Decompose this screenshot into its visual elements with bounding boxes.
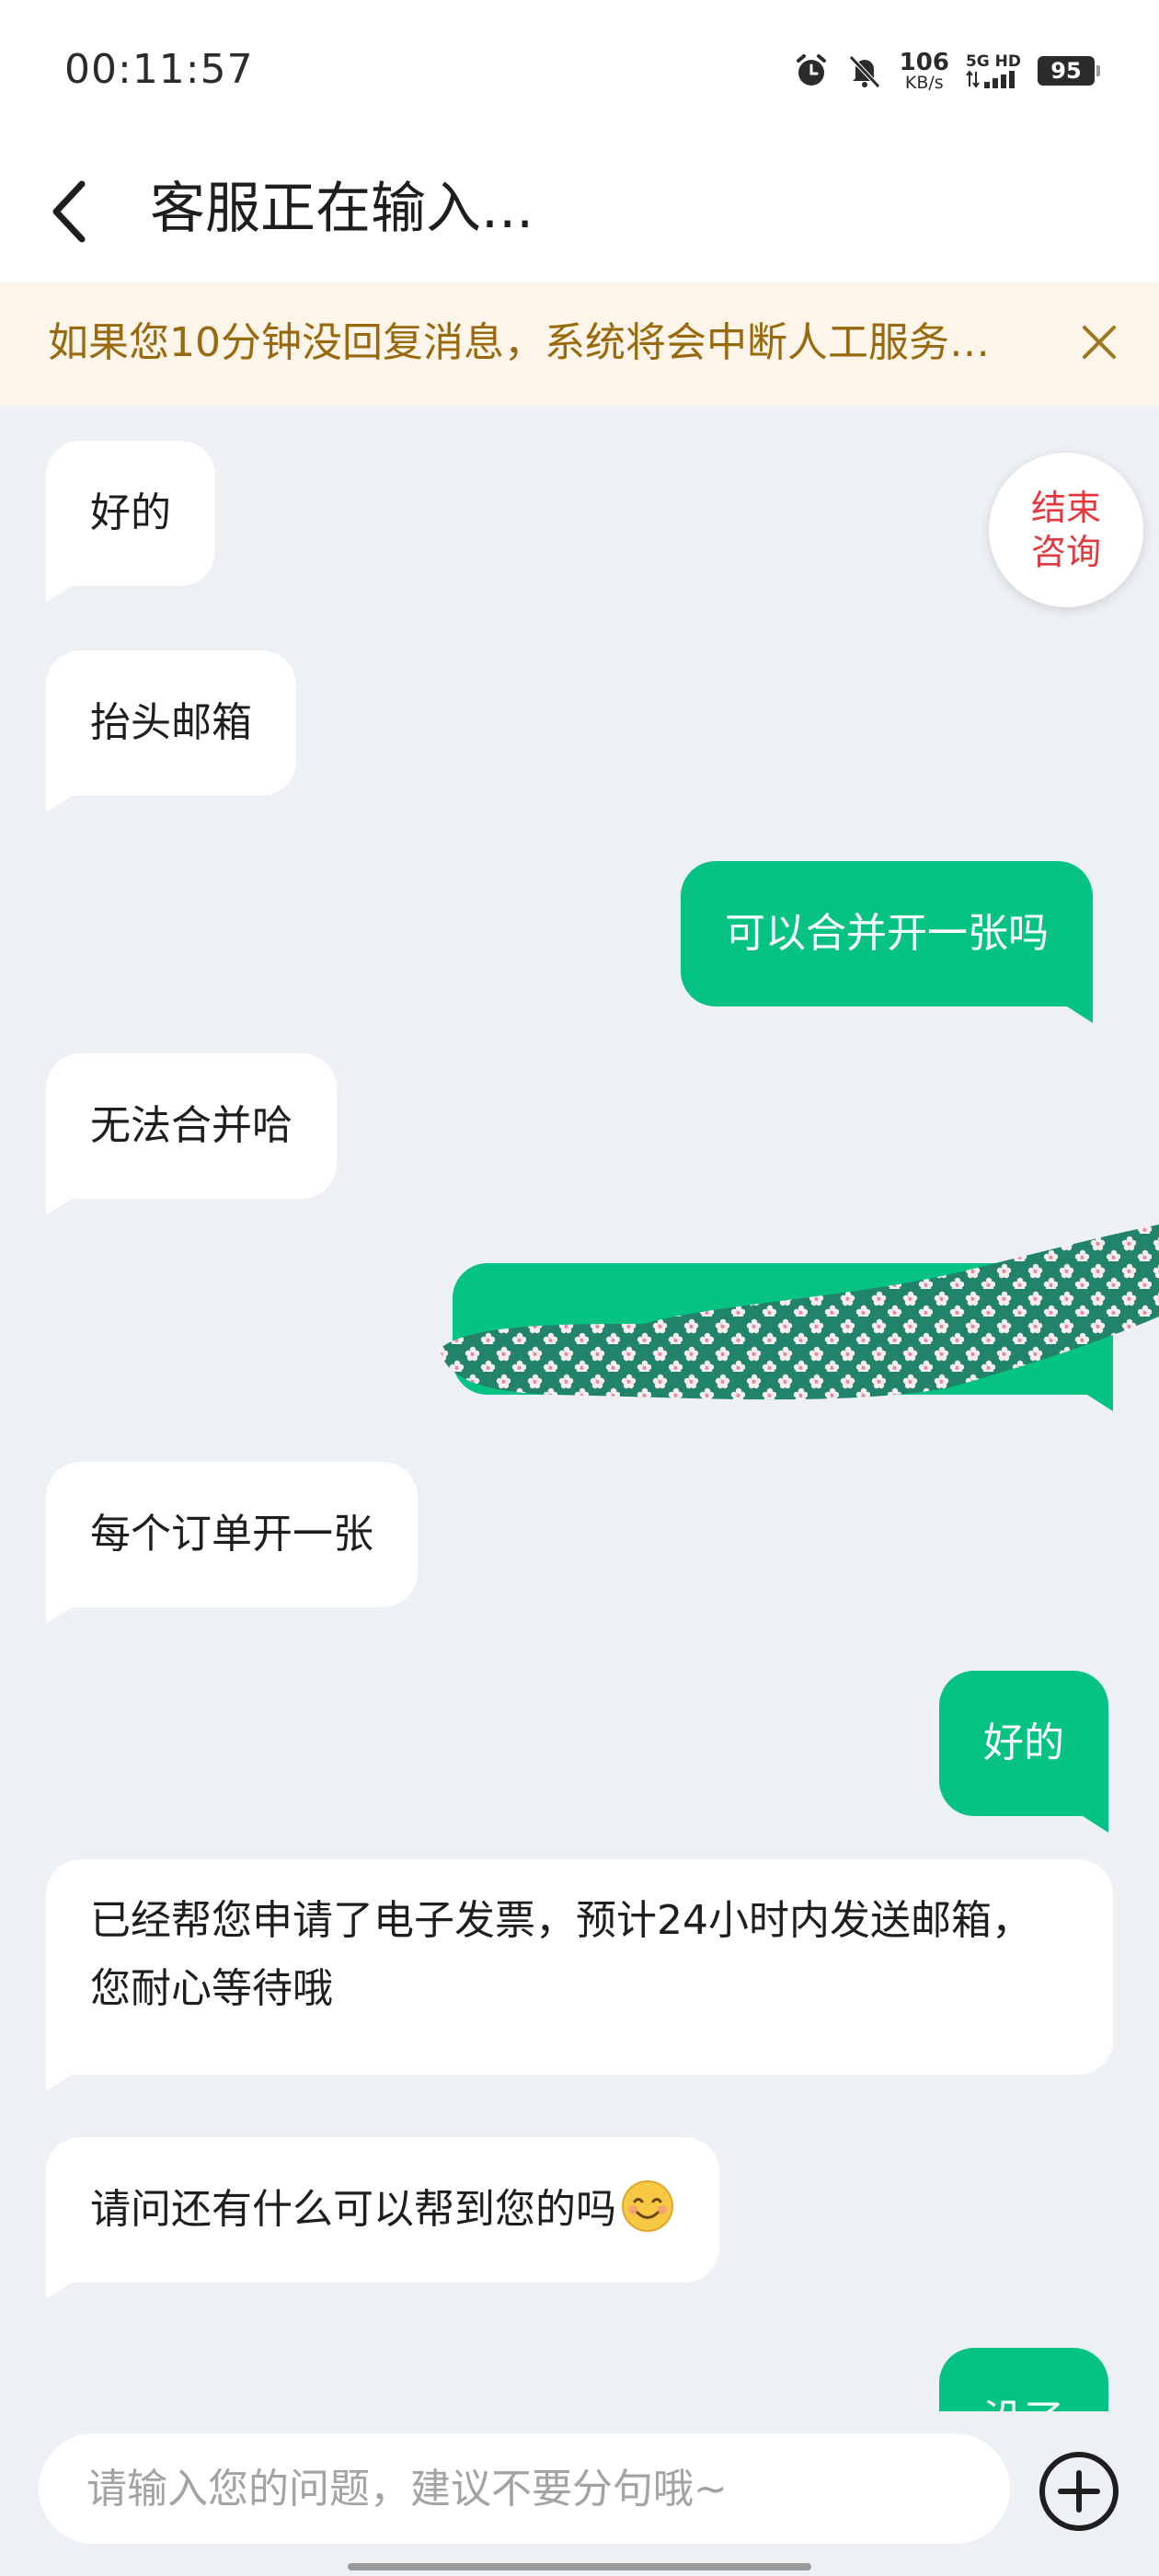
message-text: 请问还有什么可以帮到您的吗 (90, 2186, 616, 2233)
end-button-line1: 结束 (1030, 488, 1101, 528)
page-title: 客服正在输入... (150, 177, 534, 241)
net-speed: 106 KB/s (900, 51, 949, 92)
message-bubble-user: 没了 (939, 2348, 1108, 2411)
status-icons: 106 KB/s 5G HD 95 (793, 48, 1100, 94)
notice-text: 如果您10分钟没回复消息，系统将会中断人工服务… (48, 319, 990, 366)
back-button[interactable] (37, 166, 101, 258)
message-bubble-agent: 抬头邮箱 (46, 650, 296, 812)
message-bubble-agent: 好的 (46, 441, 215, 603)
status-time: 00:11:57 (64, 46, 254, 93)
signal-icon (966, 69, 1015, 88)
mute-icon (848, 55, 880, 88)
net-speed-unit: KB/s (904, 72, 944, 93)
home-indicator[interactable] (348, 2563, 811, 2570)
plus-circle-icon[interactable] (1038, 2450, 1120, 2533)
message-bubble-agent: 已经帮您申请了电子发票，预计24小时内发送邮箱，您耐心等待哦 (46, 1859, 1113, 2091)
input-bar (0, 2411, 1159, 2576)
smile-emoji-icon (622, 2180, 673, 2232)
net-speed-value: 106 (899, 48, 949, 76)
notice-close-button[interactable] (1067, 310, 1131, 374)
redaction-scribble (440, 1225, 1159, 1400)
message-bubble-agent: 每个订单开一张 (46, 1462, 418, 1624)
signal-indicator: 5G HD (965, 52, 1021, 88)
message-bubble-user: 好的 (939, 1671, 1108, 1833)
message-input[interactable] (39, 2433, 1010, 2544)
alarm-icon (796, 54, 826, 86)
end-button-line2: 咨询 (1030, 532, 1101, 572)
message-bubble-agent-with-emoji: 请问还有什么可以帮到您的吗 (46, 2137, 719, 2299)
message-bubble-user: 可以合并开一张吗 (681, 861, 1093, 1023)
back-arrow-icon (52, 180, 86, 243)
status-bar: 00:11:57 106 KB/s 5G HD 95 (0, 0, 1159, 138)
message-bubble-agent: 无法合并哈 (46, 1053, 337, 1215)
close-icon (1083, 326, 1116, 359)
battery-icon: 95 (1038, 56, 1100, 86)
header: 客服正在输入... (0, 138, 1159, 282)
timeout-notice: 如果您10分钟没回复消息，系统将会中断人工服务… (0, 282, 1159, 406)
app-root: 00:11:57 106 KB/s 5G HD 95 客服正在输入... 如果您… (0, 0, 1159, 2576)
chat-list[interactable]: 好的 抬头邮箱 可以合并开一张吗 无法合并哈 每个订单开一张 好的 已经帮您申请… (0, 406, 1159, 2411)
signal-label: 5G HD (965, 52, 1021, 71)
end-consultation-button[interactable]: 结束 咨询 (989, 453, 1143, 607)
